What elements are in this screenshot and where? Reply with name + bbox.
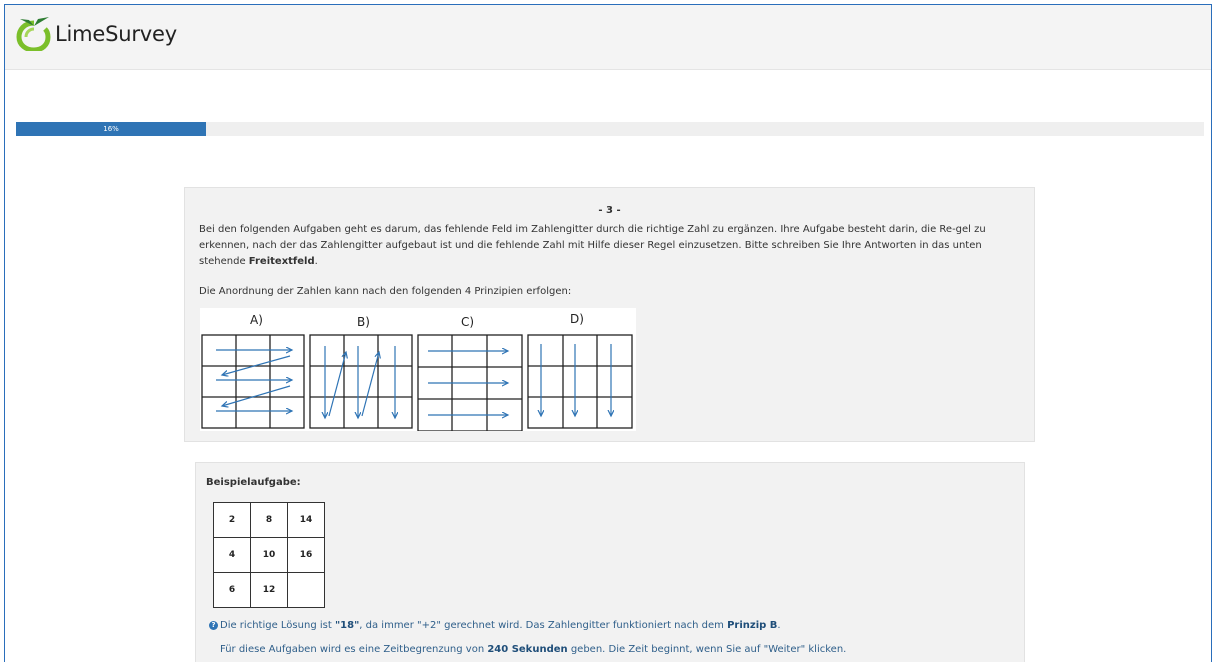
progress-fill: 16% (16, 122, 207, 136)
solution-mid: , da immer "+2" gerechnet wird. Das Zahl… (359, 620, 728, 631)
progress-bar: 16% (16, 122, 1204, 136)
question-intro: Bei den folgenden Aufgaben geht es darum… (199, 222, 1029, 270)
principles-text: Die Anordnung der Zahlen kann nach den f… (199, 286, 572, 297)
time-pre: Für diese Aufgaben wird es eine Zeitbegr… (220, 644, 488, 655)
time-post: geben. Die Zeit beginnt, wenn Sie auf "W… (567, 644, 847, 655)
solution-principle: Prinzip B (727, 620, 778, 631)
question-box: - 3 - Bei den folgenden Aufgaben geht es… (184, 187, 1035, 442)
intro-bold: Freitextfeld (248, 256, 315, 267)
progress-label: 16% (103, 125, 119, 133)
solution-pre: Die richtige Lösung ist (220, 620, 335, 631)
principle-label-c: C) (461, 315, 474, 329)
example-box: Beispielaufgabe: 2 8 14 4 10 16 6 12 ? Di… (195, 462, 1025, 662)
principle-b-arrows (325, 346, 395, 418)
principle-d-arrows (541, 344, 611, 416)
time-hint: Für diese Aufgaben wird es eine Zeitbegr… (220, 644, 846, 655)
time-value: 240 Sekunden (487, 644, 568, 655)
table-row: 6 12 (213, 572, 325, 608)
principle-a-grid (201, 334, 305, 429)
grid-cell: 12 (250, 572, 288, 608)
grid-cell: 2 (213, 502, 251, 538)
solution-end: . (777, 620, 781, 631)
grid-cell: 10 (250, 537, 288, 573)
principle-label-b: B) (357, 315, 370, 329)
solution-hint: ? Die richtige Lösung ist "18", da immer … (209, 620, 781, 631)
principle-d-grid (527, 334, 633, 429)
principle-label-d: D) (570, 312, 584, 326)
table-row: 2 8 14 (213, 502, 325, 538)
question-circle-icon: ? (209, 621, 218, 630)
principles-image: A) B) C) D) (200, 308, 636, 432)
solution-value: "18" (334, 620, 360, 631)
grid-cell: 4 (213, 537, 251, 573)
brand-logo[interactable]: LimeSurvey (16, 17, 177, 51)
principle-c-arrows (428, 351, 508, 415)
intro-end: . (314, 256, 318, 267)
grid-cell: 16 (287, 537, 325, 573)
limesurvey-logo-icon (16, 17, 51, 51)
header-bar: LimeSurvey (5, 5, 1211, 70)
grid-cell: 6 (213, 572, 251, 608)
example-title: Beispielaufgabe: (206, 477, 301, 488)
grid-cell: 8 (250, 502, 288, 538)
principle-label-a: A) (250, 313, 263, 327)
grid-cell-empty (287, 572, 325, 608)
example-grid: 2 8 14 4 10 16 6 12 (213, 502, 325, 608)
grid-cell: 14 (287, 502, 325, 538)
brand-name: LimeSurvey (55, 22, 177, 46)
question-number: - 3 - (598, 205, 621, 216)
principles-diagram: A) B) C) D) (201, 312, 633, 432)
principle-a-arrows (216, 350, 292, 411)
table-row: 4 10 16 (213, 537, 325, 573)
